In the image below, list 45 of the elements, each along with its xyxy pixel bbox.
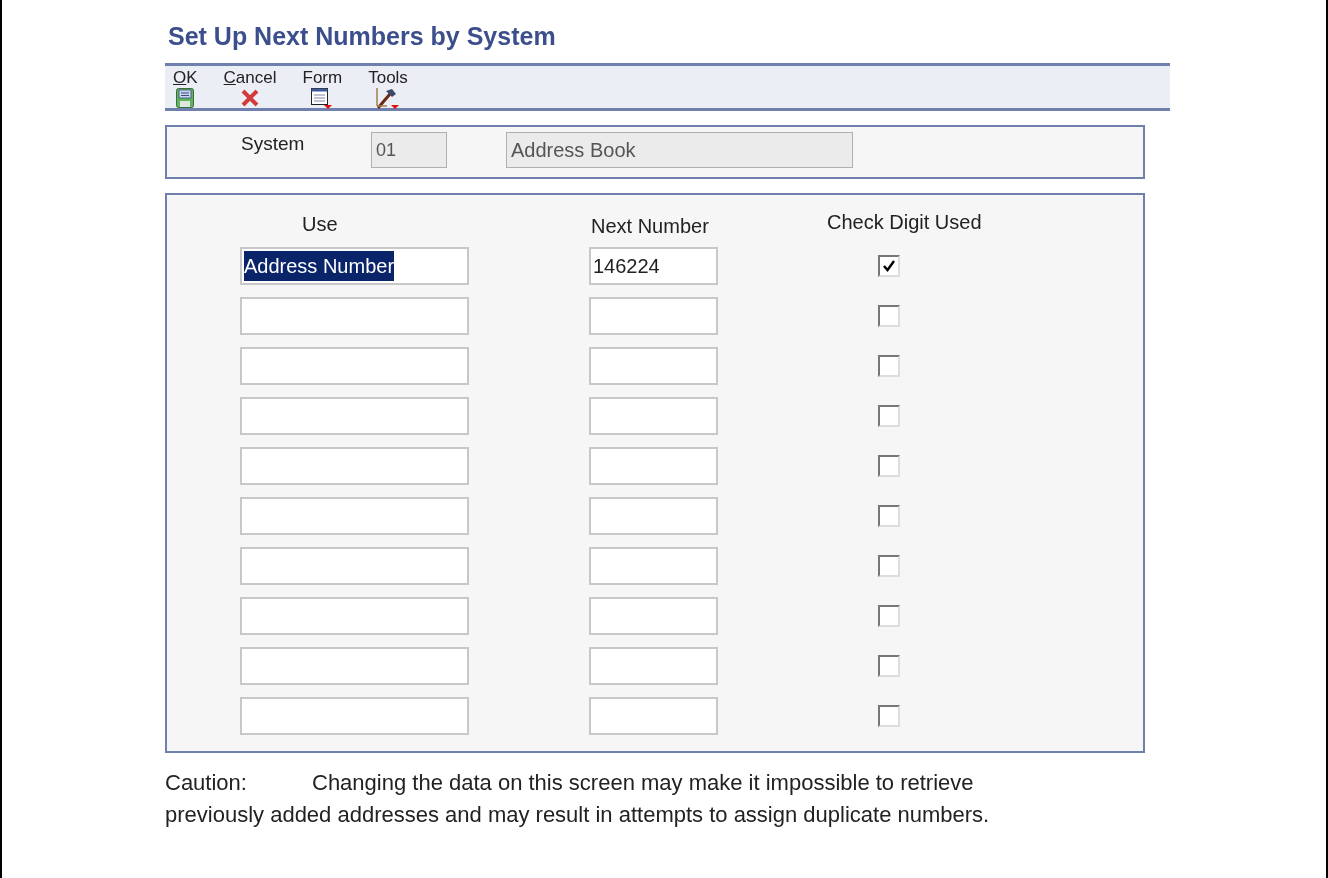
use-field[interactable] bbox=[240, 697, 469, 735]
use-field[interactable]: Address Number bbox=[240, 247, 469, 285]
column-header: Next Number bbox=[591, 214, 710, 239]
checkbox[interactable] bbox=[878, 355, 900, 377]
use-field[interactable] bbox=[240, 397, 469, 435]
checkbox[interactable] bbox=[878, 705, 900, 727]
next-number-field[interactable] bbox=[589, 397, 718, 435]
next-number-field[interactable] bbox=[589, 697, 718, 735]
system-name-field[interactable]: Address Book bbox=[506, 132, 853, 168]
next-number-field[interactable] bbox=[589, 347, 718, 385]
checkbox[interactable] bbox=[878, 605, 900, 627]
x-icon bbox=[240, 88, 261, 108]
toolbar-button[interactable]: Form bbox=[296, 68, 349, 110]
hammer-icon bbox=[376, 88, 400, 110]
toolbar-button[interactable]: OK bbox=[167, 68, 204, 108]
use-field[interactable] bbox=[240, 597, 469, 635]
toolbar-button[interactable]: Tools bbox=[362, 68, 414, 110]
use-field[interactable] bbox=[240, 347, 469, 385]
next-number-field[interactable] bbox=[589, 597, 718, 635]
use-field[interactable] bbox=[240, 497, 469, 535]
checkbox[interactable] bbox=[878, 305, 900, 327]
checkbox[interactable] bbox=[878, 555, 900, 577]
window-title: Set Up Next Numbers by System bbox=[168, 24, 557, 49]
toolbar-button[interactable]: Cancel bbox=[217, 68, 283, 108]
field-label: System bbox=[241, 132, 306, 156]
next-number-field[interactable]: 146224 bbox=[589, 247, 718, 285]
next-number-field[interactable] bbox=[589, 547, 718, 585]
next-number-field[interactable] bbox=[589, 447, 718, 485]
use-field[interactable] bbox=[240, 647, 469, 685]
checkmark-icon bbox=[882, 259, 896, 273]
checkbox[interactable] bbox=[878, 655, 900, 677]
next-number-field[interactable] bbox=[589, 297, 718, 335]
column-header: Use bbox=[302, 212, 339, 237]
caution-note: Caution: Changing the data on this screen may make it impossible to retrieve previously added addresses and may result in attempts to assign duplicate numbers. bbox=[165, 769, 991, 829]
next-number-field[interactable] bbox=[589, 647, 718, 685]
checkbox[interactable] bbox=[878, 405, 900, 427]
checkbox[interactable] bbox=[878, 505, 900, 527]
checkbox[interactable] bbox=[878, 255, 900, 277]
use-field[interactable] bbox=[240, 547, 469, 585]
checkbox[interactable] bbox=[878, 455, 900, 477]
use-field[interactable] bbox=[240, 447, 469, 485]
use-field[interactable] bbox=[240, 297, 469, 335]
next-number-field[interactable] bbox=[589, 497, 718, 535]
column-header: Check Digit Used bbox=[827, 210, 982, 235]
system-code-field[interactable]: 01 bbox=[371, 132, 447, 168]
